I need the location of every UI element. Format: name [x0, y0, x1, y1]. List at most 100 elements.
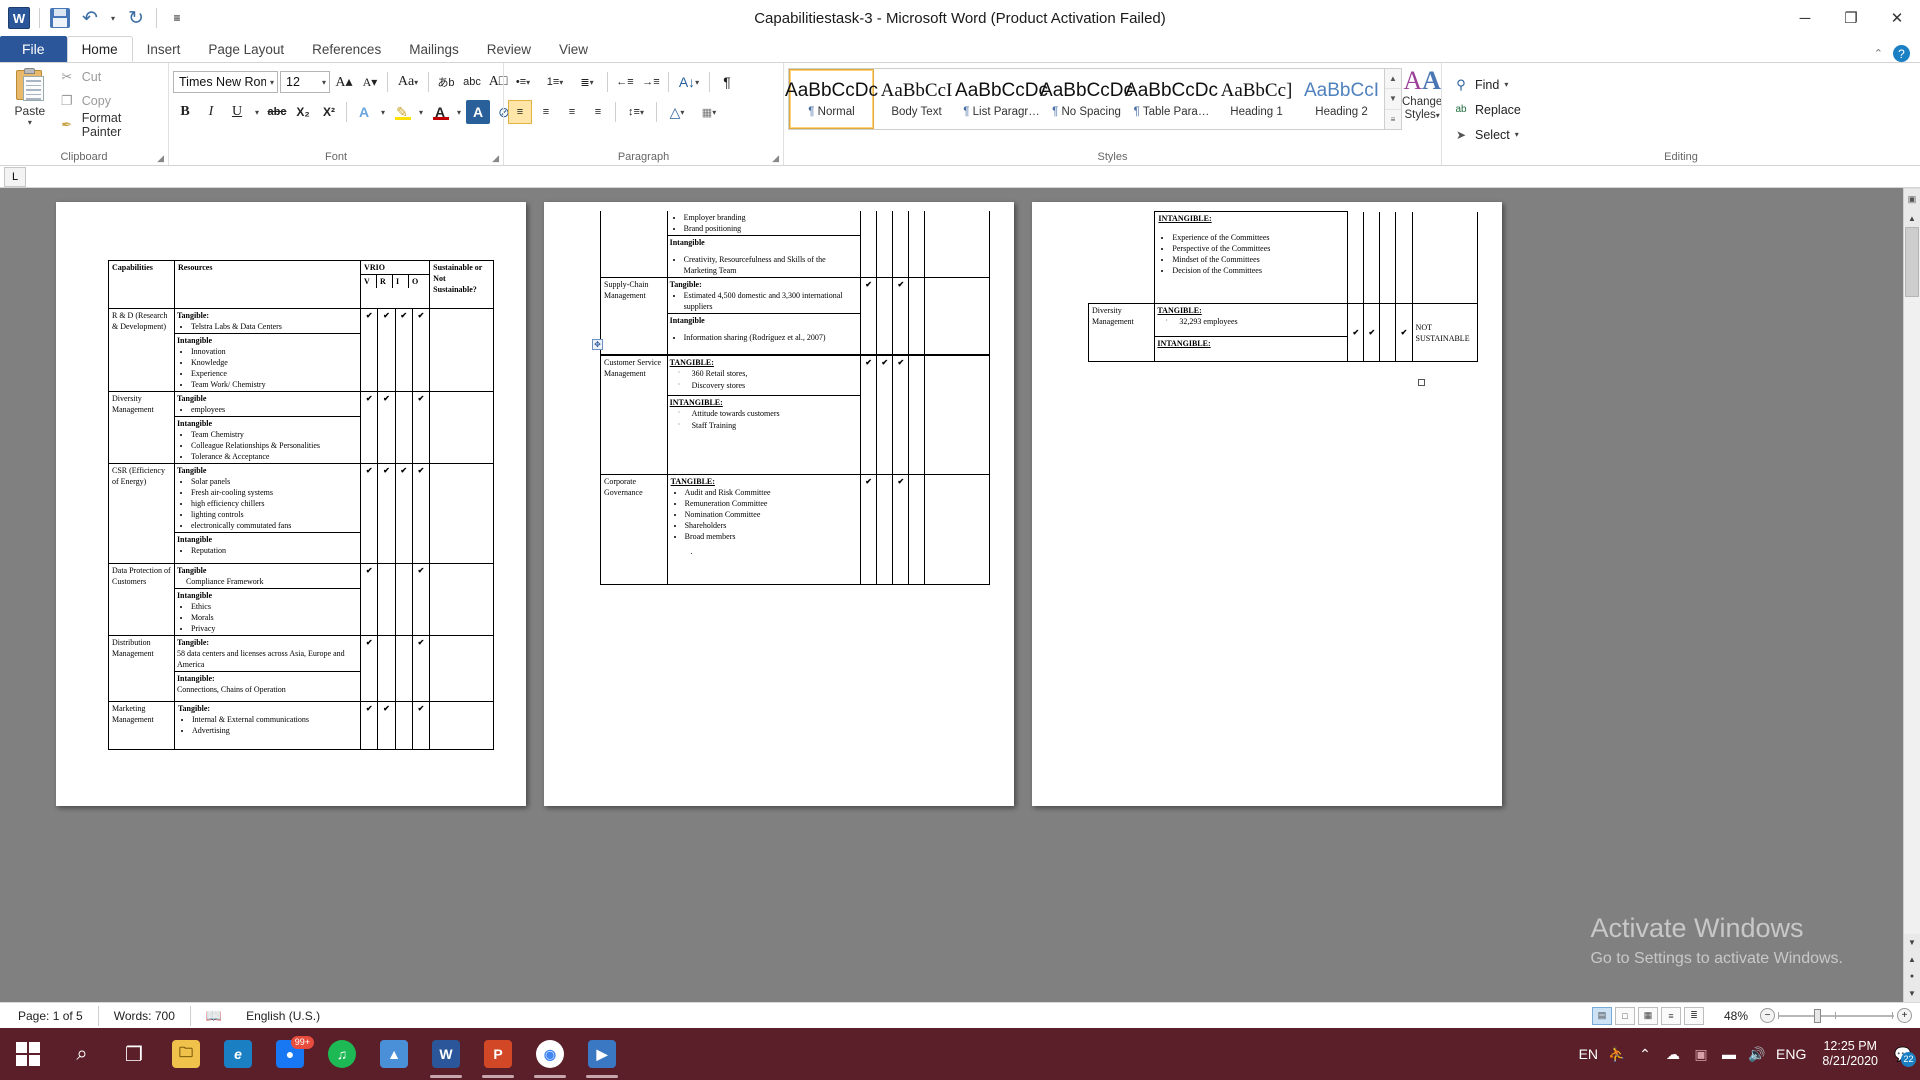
styles-scroll-up-button[interactable]: ▲: [1385, 69, 1401, 90]
task-view-button[interactable]: ❐: [108, 1028, 160, 1080]
shading-button[interactable]: △ ▾: [662, 100, 692, 124]
align-center-button[interactable]: ≡: [534, 100, 558, 124]
taskbar-item-chrome[interactable]: ◉: [524, 1028, 576, 1080]
increase-indent-button[interactable]: →≡: [639, 70, 663, 94]
zoom-out-button[interactable]: −: [1760, 1008, 1775, 1023]
style-heading-2[interactable]: AaBbCcI Heading 2: [1299, 69, 1384, 129]
style-heading-1[interactable]: AaBbCc] Heading 1: [1214, 69, 1299, 129]
minimize-ribbon-icon[interactable]: ⌃: [1874, 47, 1883, 60]
undo-button[interactable]: ↶: [77, 5, 103, 31]
clipboard-dialog-launcher[interactable]: ◢: [157, 153, 164, 164]
view-print-layout[interactable]: ▤: [1591, 1006, 1612, 1025]
zoom-slider-handle[interactable]: [1814, 1008, 1821, 1023]
highlight-button[interactable]: ✎: [390, 100, 414, 124]
superscript-button[interactable]: X²: [317, 100, 341, 124]
bullets-button[interactable]: •≡ ▾: [508, 70, 538, 94]
underline-button[interactable]: U: [225, 100, 249, 124]
tab-page-layout[interactable]: Page Layout: [194, 36, 298, 62]
proofing-status[interactable]: 📖: [194, 1008, 234, 1024]
document-page-2[interactable]: Employer branding Brand positioning Inta…: [544, 202, 1014, 806]
font-size-combo[interactable]: 12 ▾: [280, 71, 330, 93]
view-web-layout[interactable]: ▦: [1637, 1006, 1658, 1025]
vertical-scrollbar[interactable]: ▣ ▲ ▼ ▲ ● ▼: [1903, 188, 1920, 1002]
styles-gallery-scrollbar[interactable]: ▲ ▼ ≡: [1384, 69, 1401, 129]
shrink-font-button[interactable]: A▾: [358, 70, 382, 94]
taskbar-item-file-explorer[interactable]: 🗀: [160, 1028, 212, 1080]
numbering-button[interactable]: 1≡ ▾: [540, 70, 570, 94]
taskbar-item-movies-tv[interactable]: ▶: [576, 1028, 628, 1080]
align-left-button[interactable]: ≡: [508, 100, 532, 124]
scroll-up-button[interactable]: ▲: [1904, 210, 1920, 227]
language-indicator[interactable]: English (U.S.): [234, 1009, 332, 1023]
character-shading-button[interactable]: A: [466, 100, 490, 124]
styles-scroll-down-button[interactable]: ▼: [1385, 89, 1401, 110]
taskbar-item-spotify[interactable]: ♫: [316, 1028, 368, 1080]
cloud-icon[interactable]: ☁: [1664, 1046, 1682, 1063]
language-indicator-tray[interactable]: EN: [1579, 1046, 1598, 1062]
clock[interactable]: 12:25 PM 8/21/2020: [1816, 1039, 1884, 1069]
redo-button[interactable]: ↻: [123, 5, 149, 31]
change-case-button[interactable]: Aa ▾: [393, 70, 423, 94]
search-button[interactable]: ⌕: [56, 1028, 108, 1080]
font-color-dropdown[interactable]: ▾: [454, 100, 464, 124]
highlight-dropdown[interactable]: ▾: [416, 100, 426, 124]
taskbar-item-edge[interactable]: e: [212, 1028, 264, 1080]
page-indicator[interactable]: Page: 1 of 5: [6, 1009, 95, 1023]
page-canvas[interactable]: Capabilities Resources VRIO V R I O Sust…: [0, 188, 1903, 1002]
zoom-level[interactable]: 48%: [1724, 1009, 1748, 1023]
people-icon[interactable]: ⛹: [1608, 1046, 1626, 1063]
styles-more-button[interactable]: ≡: [1385, 109, 1401, 129]
font-dialog-launcher[interactable]: ◢: [492, 153, 499, 164]
view-draft[interactable]: ≣: [1683, 1006, 1704, 1025]
multilevel-list-button[interactable]: ≣ ▾: [572, 70, 602, 94]
start-button[interactable]: [0, 1028, 56, 1080]
select-button[interactable]: ➤ Select ▾: [1452, 122, 1519, 147]
action-center-button[interactable]: 💬 22: [1894, 1046, 1916, 1067]
decrease-indent-button[interactable]: ←≡: [613, 70, 637, 94]
paste-dropdown-icon[interactable]: ▾: [28, 118, 32, 127]
word-count[interactable]: Words: 700: [102, 1009, 187, 1023]
tab-file[interactable]: File: [0, 36, 67, 62]
taskbar-item-media-app[interactable]: ▲: [368, 1028, 420, 1080]
style-normal[interactable]: AaBbCcDc ¶ Normal: [785, 69, 878, 129]
line-spacing-button[interactable]: ↕≡ ▾: [621, 100, 651, 124]
tab-mailings[interactable]: Mailings: [395, 36, 473, 62]
close-button[interactable]: ✕: [1874, 0, 1920, 36]
grow-font-button[interactable]: A▴: [332, 70, 356, 94]
strikethrough-button[interactable]: abc: [265, 100, 289, 124]
customize-qat-button[interactable]: ≡: [164, 5, 190, 31]
tab-insert[interactable]: Insert: [133, 36, 195, 62]
sort-button[interactable]: A↓ ▾: [674, 70, 704, 94]
help-icon[interactable]: ?: [1893, 45, 1910, 62]
style-table-paragraph[interactable]: AaBbCcDc ¶ Table Para…: [1125, 69, 1218, 129]
taskbar-item-powerpoint[interactable]: P: [472, 1028, 524, 1080]
vrio-table-3[interactable]: INTANGIBLE: Experience of the Committees…: [1087, 211, 1479, 362]
zoom-in-button[interactable]: +: [1897, 1008, 1912, 1023]
scroll-down-button[interactable]: ▼: [1904, 934, 1920, 951]
undo-dropdown[interactable]: ▾: [107, 5, 119, 31]
style-body-text[interactable]: AaBbCcI Body Text: [874, 69, 959, 129]
tab-stop-selector[interactable]: L: [4, 166, 26, 187]
paste-button[interactable]: Paste ▾: [4, 66, 56, 127]
justify-button[interactable]: ≡: [586, 100, 610, 124]
input-language[interactable]: ENG: [1776, 1046, 1806, 1062]
scrollbar-thumb[interactable]: [1905, 227, 1919, 297]
tab-review[interactable]: Review: [473, 36, 545, 62]
table-resize-handle[interactable]: [1418, 379, 1425, 386]
word-app-icon[interactable]: W: [6, 5, 32, 31]
tab-references[interactable]: References: [298, 36, 395, 62]
volume-icon[interactable]: 🔊: [1748, 1046, 1766, 1063]
phonetic-guide-button[interactable]: あb: [434, 70, 458, 94]
taskbar-item-word[interactable]: W: [420, 1028, 472, 1080]
cut-button[interactable]: ✂ Cut: [58, 66, 164, 88]
scrollbar-split-icon[interactable]: ▣: [1904, 188, 1920, 210]
table-move-handle[interactable]: ✥: [592, 339, 603, 350]
bold-button[interactable]: B: [173, 100, 197, 124]
align-right-button[interactable]: ≡: [560, 100, 584, 124]
font-name-combo[interactable]: Times New Rom ▾: [173, 71, 278, 93]
battery-icon[interactable]: ▬: [1720, 1046, 1738, 1062]
vrio-table-2[interactable]: Employer branding Brand positioning Inta…: [600, 211, 990, 585]
tab-view[interactable]: View: [545, 36, 602, 62]
style-no-spacing[interactable]: AaBbCcDc ¶ No Spacing: [1040, 69, 1133, 129]
borders-button[interactable]: ▦ ▾: [694, 100, 724, 124]
